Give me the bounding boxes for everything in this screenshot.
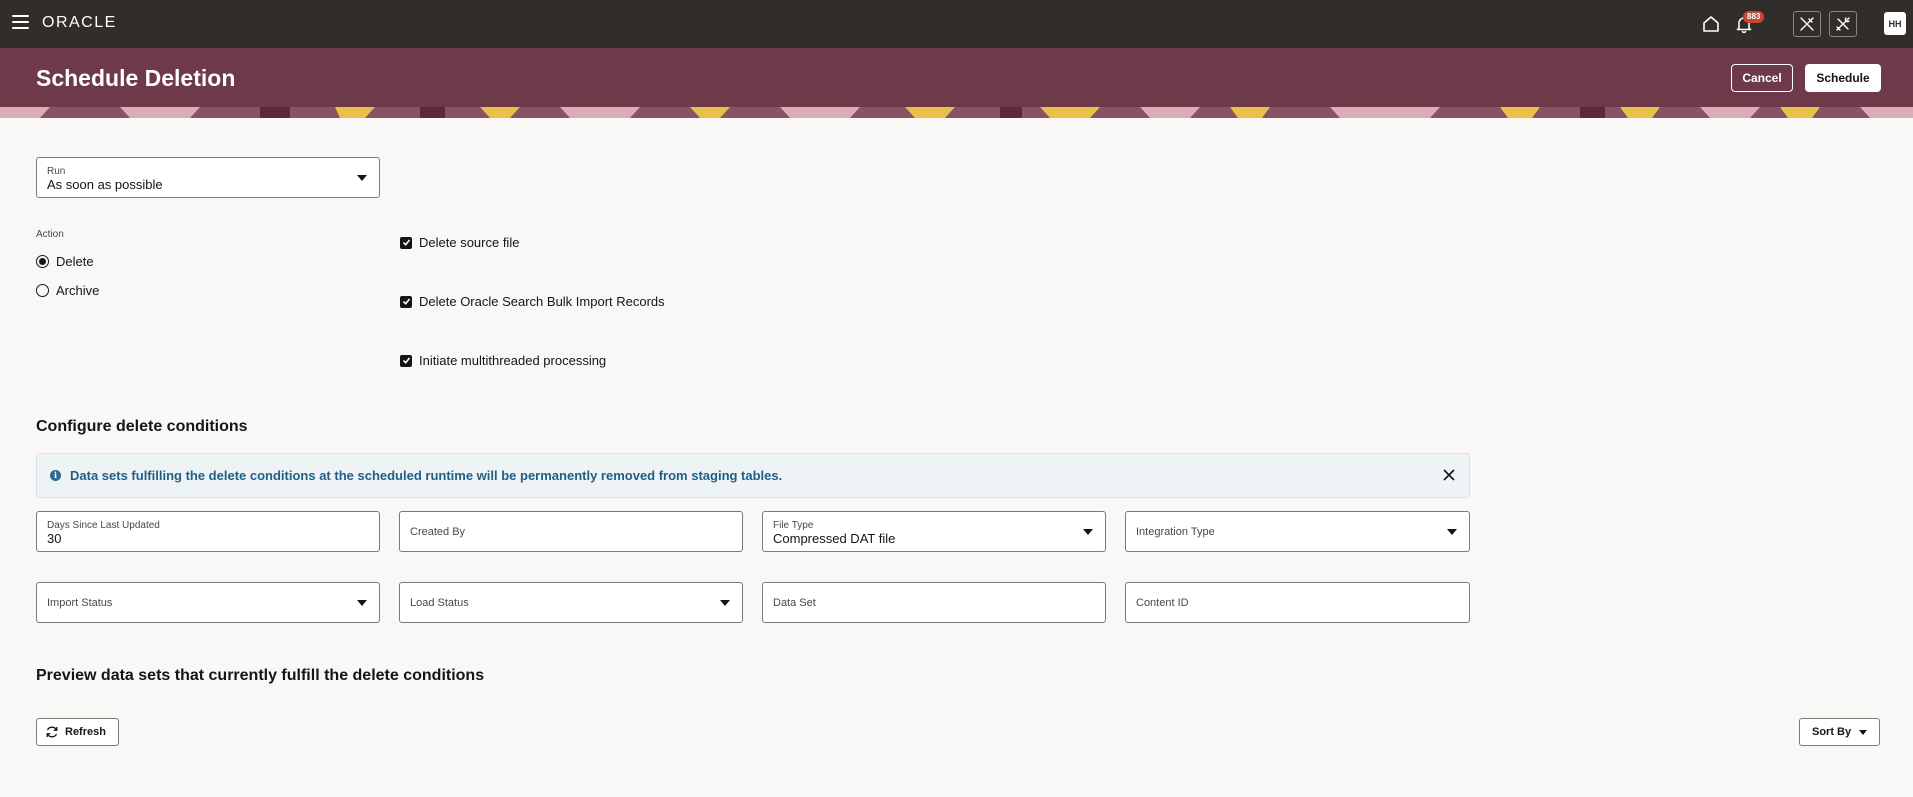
menu-icon[interactable] — [12, 15, 29, 31]
info-message-text: Data sets fulfilling the delete conditio… — [70, 468, 783, 483]
field-label: File Type — [773, 520, 814, 531]
multithreaded-processing-checkbox[interactable]: Initiate multithreaded processing — [400, 353, 606, 368]
oracle-logo: ORACLE — [42, 14, 117, 31]
checkbox-checked-icon — [400, 236, 412, 249]
field-placeholder: Created By — [410, 526, 466, 538]
field-placeholder: Content ID — [1136, 597, 1189, 609]
field-value: Compressed DAT file — [773, 531, 896, 546]
field-label: Days Since Last Updated — [47, 520, 160, 531]
checkbox-label: Delete Oracle Search Bulk Import Records — [419, 294, 665, 309]
global-header: ORACLE 883 HH — [0, 0, 1913, 48]
created-by-input[interactable]: Created By — [399, 511, 743, 552]
chevron-down-icon — [720, 600, 730, 606]
action-label: Action — [36, 229, 64, 240]
file-type-select[interactable]: File Type Compressed DAT file — [762, 511, 1106, 552]
run-label: Run — [47, 166, 66, 177]
refresh-icon — [46, 726, 58, 738]
days-since-last-updated-input[interactable]: Days Since Last Updated 30 — [36, 511, 380, 552]
page-title: Schedule Deletion — [36, 65, 236, 91]
home-icon[interactable] — [1699, 12, 1723, 36]
preview-section-title: Preview data sets that currently fulfill… — [36, 667, 485, 684]
chevron-down-icon — [1859, 729, 1868, 735]
checkbox-label: Initiate multithreaded processing — [419, 353, 607, 368]
settings-tools-icon[interactable] — [1829, 11, 1857, 37]
delete-search-bulk-import-checkbox[interactable]: Delete Oracle Search Bulk Import Records — [400, 294, 665, 309]
import-status-select[interactable]: Import Status — [36, 582, 380, 623]
refresh-label: Refresh — [65, 726, 106, 738]
checkbox-label: Delete source file — [419, 235, 520, 250]
chevron-down-icon — [357, 600, 367, 606]
load-status-select[interactable]: Load Status — [399, 582, 743, 623]
notifications-count-badge: 883 — [1743, 11, 1765, 23]
action-radio-archive[interactable]: Archive — [36, 283, 99, 298]
conditions-section-title: Configure delete conditions — [36, 418, 248, 435]
chevron-down-icon — [1083, 529, 1093, 535]
integration-type-select[interactable]: Integration Type — [1125, 511, 1470, 552]
sort-by-label: Sort By — [1812, 726, 1852, 738]
run-select[interactable]: Run As soon as possible — [36, 157, 380, 198]
radio-unselected-icon — [36, 284, 49, 297]
schedule-button[interactable]: Schedule — [1805, 64, 1881, 92]
chevron-down-icon — [357, 175, 367, 181]
user-avatar[interactable]: HH — [1884, 12, 1906, 35]
banner-pattern — [0, 107, 1913, 118]
info-message-banner: i Data sets fulfilling the delete condit… — [36, 453, 1470, 498]
field-placeholder: Load Status — [410, 597, 469, 609]
radio-selected-icon — [36, 255, 49, 268]
chevron-down-icon — [1447, 529, 1457, 535]
field-placeholder: Import Status — [47, 597, 113, 609]
content-id-input[interactable]: Content ID — [1125, 582, 1470, 623]
info-icon: i — [50, 470, 61, 481]
field-value: 30 — [47, 531, 62, 546]
field-placeholder: Data Set — [773, 597, 816, 609]
run-value: As soon as possible — [47, 177, 163, 192]
action-radio-delete[interactable]: Delete — [36, 254, 94, 269]
data-set-input[interactable]: Data Set — [762, 582, 1106, 623]
tools-icon[interactable] — [1793, 11, 1821, 37]
refresh-button[interactable]: Refresh — [36, 718, 119, 746]
cancel-button[interactable]: Cancel — [1731, 64, 1793, 92]
radio-label: Delete — [56, 254, 94, 269]
delete-source-file-checkbox[interactable]: Delete source file — [400, 235, 519, 250]
sort-by-button[interactable]: Sort By — [1799, 718, 1880, 746]
close-icon[interactable] — [1441, 467, 1457, 483]
radio-label: Archive — [56, 283, 100, 298]
page-header-banner: Schedule Deletion Cancel Schedule — [0, 48, 1913, 118]
checkbox-checked-icon — [400, 354, 412, 367]
checkbox-checked-icon — [400, 295, 412, 308]
field-placeholder: Integration Type — [1136, 526, 1215, 538]
